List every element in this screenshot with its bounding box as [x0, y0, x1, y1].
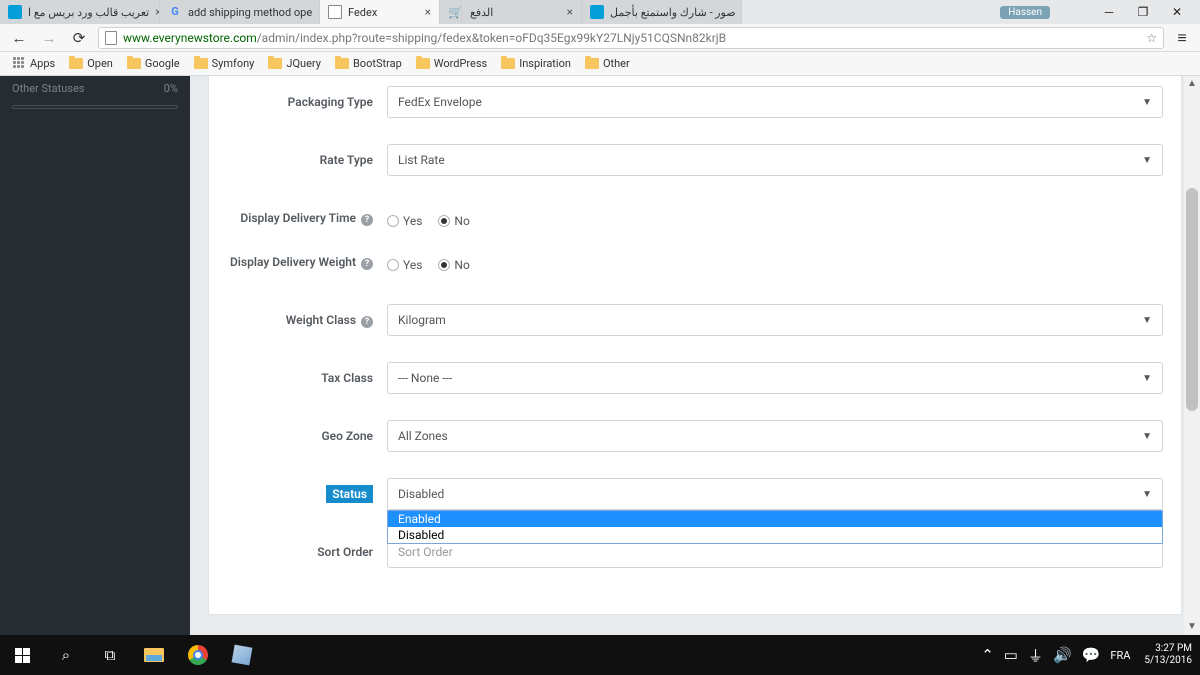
- label-display-weight: Display Delivery Weight ?: [227, 255, 387, 270]
- radio-display-time-no[interactable]: No: [438, 214, 469, 228]
- reload-button[interactable]: ⟳: [68, 27, 90, 49]
- admin-main: Packaging Type FedEx Envelope▼ Rate Type…: [190, 76, 1200, 635]
- browser-tab[interactable]: Gadd shipping method ope×: [160, 0, 320, 24]
- window-maximize-button[interactable]: ❐: [1128, 5, 1158, 19]
- close-icon[interactable]: ×: [425, 5, 431, 19]
- apps-shortcut[interactable]: Apps: [8, 57, 59, 71]
- bookmark-item[interactable]: WordPress: [412, 57, 491, 70]
- notifications-icon[interactable]: 💬: [1082, 646, 1101, 664]
- form-panel: Packaging Type FedEx Envelope▼ Rate Type…: [208, 76, 1182, 615]
- bookmark-item[interactable]: Open: [65, 57, 117, 70]
- sidebar-progress: [12, 105, 178, 109]
- back-button[interactable]: ←: [8, 27, 30, 49]
- chrome-menu-button[interactable]: ≡: [1172, 28, 1192, 48]
- label-tax-class: Tax Class: [227, 371, 387, 385]
- wifi-icon[interactable]: ⏚: [1028, 645, 1043, 666]
- radio-display-weight-yes[interactable]: Yes: [387, 258, 422, 272]
- label-geo-zone: Geo Zone: [227, 429, 387, 443]
- select-weight-class[interactable]: Kilogram▼: [387, 304, 1163, 336]
- select-status[interactable]: Disabled▼: [387, 478, 1163, 510]
- volume-icon[interactable]: 🔊: [1053, 646, 1072, 664]
- bookmark-item[interactable]: BootStrap: [331, 57, 406, 70]
- label-packaging-type: Packaging Type: [227, 95, 387, 109]
- forward-button[interactable]: →: [38, 27, 60, 49]
- task-view-button[interactable]: ⧉: [88, 635, 132, 675]
- window-close-button[interactable]: ✕: [1162, 5, 1192, 19]
- scroll-down-icon[interactable]: ▼: [1184, 619, 1200, 635]
- bookmark-item[interactable]: Symfony: [190, 57, 259, 70]
- label-weight-class: Weight Class ?: [227, 313, 387, 328]
- taskbar-clock[interactable]: 3:27 PM 5/13/2016: [1140, 643, 1192, 667]
- browser-tab-active[interactable]: Fedex×: [320, 0, 440, 24]
- radio-display-weight-no[interactable]: No: [438, 258, 469, 272]
- chevron-down-icon: ▼: [1142, 155, 1152, 166]
- bookmark-item[interactable]: Other: [581, 57, 634, 70]
- select-option-enabled[interactable]: Enabled: [388, 511, 1162, 527]
- input-language[interactable]: FRA: [1110, 649, 1130, 662]
- label-display-time: Display Delivery Time ?: [227, 211, 387, 226]
- battery-icon[interactable]: ▭: [1004, 646, 1018, 664]
- radio-display-time-yes[interactable]: Yes: [387, 214, 422, 228]
- label-rate-type: Rate Type: [227, 153, 387, 167]
- select-packaging-type[interactable]: FedEx Envelope▼: [387, 86, 1163, 118]
- bookmark-item[interactable]: Google: [123, 57, 184, 70]
- sidebar-stat-row: Other Statuses0%: [0, 76, 190, 101]
- start-button[interactable]: [0, 635, 44, 675]
- file-explorer-button[interactable]: [132, 635, 176, 675]
- chevron-down-icon: ▼: [1142, 97, 1152, 108]
- admin-sidebar: Other Statuses0%: [0, 76, 190, 635]
- windows-taskbar: ⌕ ⧉ ⌃ ▭ ⏚ 🔊 💬 FRA 3:27 PM 5/13/2016: [0, 635, 1200, 675]
- browser-tab[interactable]: الدفع×: [462, 0, 582, 24]
- label-sort-order: Sort Order: [227, 545, 387, 559]
- browser-tabbar: تعريب قالب ورد بريس مع ا× Gadd shipping …: [0, 0, 1200, 24]
- browser-tab[interactable]: 🛒: [440, 0, 462, 24]
- address-bar[interactable]: www.everynewstore.com/admin/index.php?ro…: [98, 27, 1164, 49]
- page-icon: [105, 31, 117, 45]
- label-status: Status: [227, 487, 387, 501]
- bookmark-item[interactable]: JQuery: [264, 57, 325, 70]
- search-button[interactable]: ⌕: [44, 635, 88, 675]
- window-minimize-button[interactable]: ─: [1094, 5, 1124, 19]
- bookmark-item[interactable]: Inspiration: [497, 57, 575, 70]
- app-taskbar-button[interactable]: [220, 635, 264, 675]
- help-icon[interactable]: ?: [361, 316, 373, 328]
- bookmarks-bar: Apps Open Google Symfony JQuery BootStra…: [0, 52, 1200, 76]
- page-scrollbar[interactable]: ▲ ▼: [1184, 76, 1200, 635]
- chevron-down-icon: ▼: [1142, 373, 1152, 384]
- browser-tab[interactable]: تعريب قالب ورد بريس مع ا×: [0, 0, 160, 24]
- select-tax-class[interactable]: --- None ---▼: [387, 362, 1163, 394]
- scroll-up-icon[interactable]: ▲: [1184, 76, 1200, 92]
- chevron-down-icon: ▼: [1142, 431, 1152, 442]
- help-icon[interactable]: ?: [361, 214, 373, 226]
- select-option-disabled[interactable]: Disabled: [388, 527, 1162, 543]
- chrome-taskbar-button[interactable]: [176, 635, 220, 675]
- chevron-down-icon: ▼: [1142, 315, 1152, 326]
- browser-tab[interactable]: صور - شارك واستمتع بأجمل×: [582, 0, 742, 24]
- select-geo-zone[interactable]: All Zones▼: [387, 420, 1163, 452]
- scrollbar-thumb[interactable]: [1186, 188, 1198, 412]
- close-icon[interactable]: ×: [567, 5, 573, 19]
- tray-chevron-icon[interactable]: ⌃: [981, 646, 994, 664]
- browser-toolbar: ← → ⟳ www.everynewstore.com/admin/index.…: [0, 24, 1200, 52]
- help-icon[interactable]: ?: [361, 258, 373, 270]
- bookmark-star-icon[interactable]: ☆: [1146, 31, 1157, 45]
- chrome-user-badge[interactable]: Hassen: [1000, 6, 1050, 19]
- chevron-down-icon: ▼: [1142, 489, 1152, 500]
- select-status-dropdown: Enabled Disabled: [387, 510, 1163, 544]
- select-rate-type[interactable]: List Rate▼: [387, 144, 1163, 176]
